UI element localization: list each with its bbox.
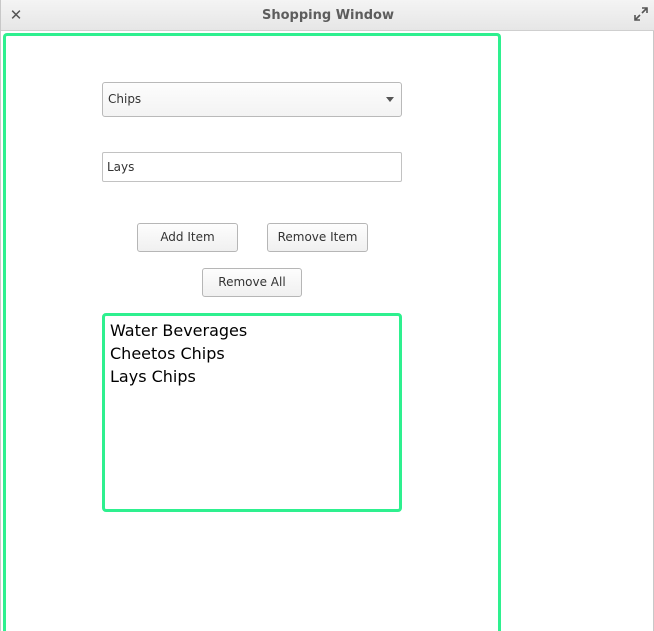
list-item[interactable]: Cheetos Chips: [110, 342, 399, 365]
title-bar: ✕ Shopping Window: [1, 0, 654, 31]
remove-all-button[interactable]: Remove All: [202, 268, 302, 297]
window-title: Shopping Window: [262, 8, 394, 23]
item-name-input-value: Lays: [107, 160, 135, 174]
shopping-list[interactable]: Water Beverages Cheetos Chips Lays Chips: [102, 313, 402, 512]
category-dropdown-value: Chips: [108, 92, 142, 106]
add-item-button[interactable]: Add Item: [137, 223, 238, 252]
list-item[interactable]: Lays Chips: [110, 365, 399, 388]
remove-item-button[interactable]: Remove Item: [267, 223, 368, 252]
item-name-input[interactable]: Lays: [102, 152, 402, 182]
category-dropdown[interactable]: Chips: [102, 82, 402, 117]
maximize-icon[interactable]: [633, 6, 649, 22]
chevron-down-icon: [386, 97, 394, 102]
list-item[interactable]: Water Beverages: [110, 319, 399, 342]
shopping-window: ✕ Shopping Window Chips Lays Add Item Re…: [0, 0, 654, 631]
